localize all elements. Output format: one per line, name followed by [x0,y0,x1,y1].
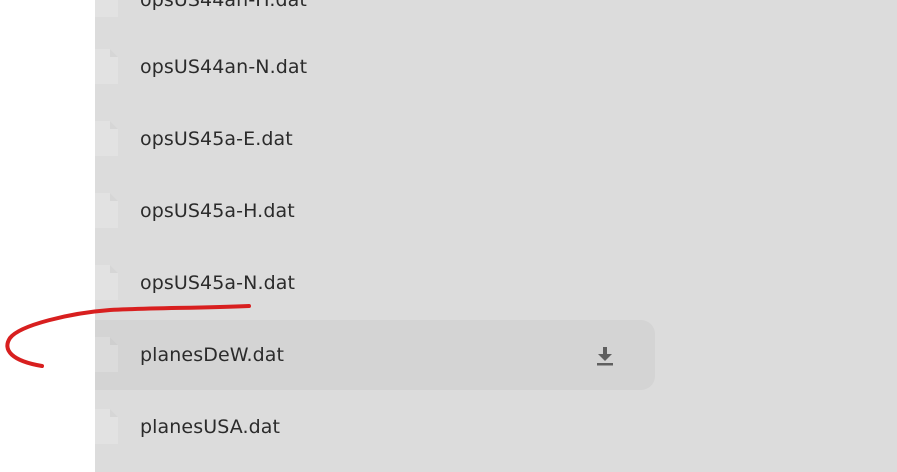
download-icon [597,347,613,366]
file-icon [95,0,118,17]
file-row-opsUS45a-E[interactable]: opsUS45a-E.dat [95,103,655,175]
file-name: opsUS44an-N.dat [140,56,308,78]
file-row-opsUS45a-N[interactable]: opsUS45a-N.dat [95,247,655,319]
file-list-panel: opsUS44an-H.dat opsUS44an-N.dat opsUS45a… [95,0,897,472]
file-row-planesUSA[interactable]: planesUSA.dat [95,391,655,463]
download-button[interactable] [591,343,619,369]
file-name: opsUS45a-H.dat [140,200,295,222]
file-icon [95,265,118,300]
file-name: opsUS45a-N.dat [140,272,296,294]
file-name: opsUS45a-E.dat [140,128,293,150]
file-icon [95,337,118,372]
file-icon [95,409,118,444]
file-name: opsUS44an-H.dat [140,0,307,11]
file-name: planesUSA.dat [140,416,281,438]
file-row-planesDeW[interactable]: planesDeW.dat [95,320,655,390]
file-icon [95,49,118,84]
file-icon [95,193,118,228]
file-row-opsUS45a-H[interactable]: opsUS45a-H.dat [95,175,655,247]
file-row-opsUS44an-N[interactable]: opsUS44an-N.dat [95,31,655,103]
file-name: planesDeW.dat [140,344,285,366]
file-icon [95,121,118,156]
